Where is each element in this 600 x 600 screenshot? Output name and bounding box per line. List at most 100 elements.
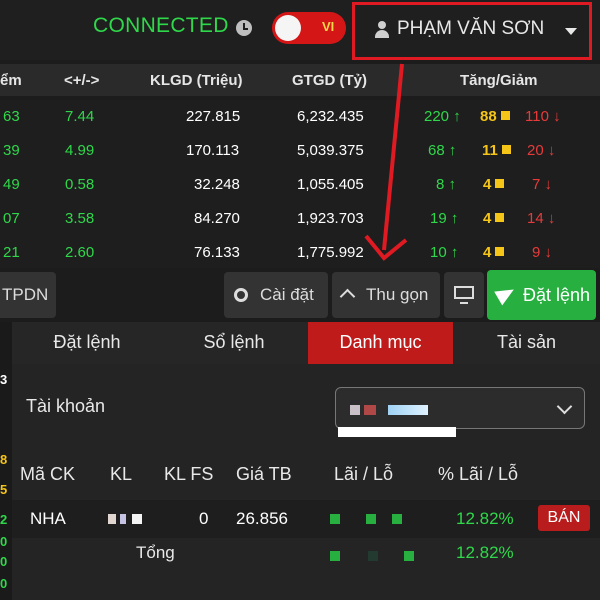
tab-so-lenh[interactable]: Sổ lệnh xyxy=(162,322,306,364)
place-order-label: Đặt lệnh xyxy=(523,285,591,305)
chevron-down-icon xyxy=(556,398,573,415)
col-up-down: Tăng/Giảm xyxy=(460,72,538,89)
col-pnl: Lãi / Lỗ xyxy=(334,464,394,484)
collapse-button[interactable]: Thu gọn xyxy=(332,272,440,318)
language-label: VI xyxy=(322,19,335,34)
col-symbol: Mã CK xyxy=(20,464,76,484)
redacted-block xyxy=(350,405,360,415)
user-icon xyxy=(375,21,389,39)
chevron-down-icon xyxy=(565,28,577,35)
language-toggle[interactable]: VI xyxy=(272,12,346,44)
row-flat: 4 xyxy=(483,244,505,261)
row-avg-price: 26.856 xyxy=(236,509,288,528)
redacted-block xyxy=(366,514,376,524)
row-klgd: 84.270 xyxy=(194,210,240,227)
market-row[interactable]: 63 7.44 227.815 6,232.435 220 ↑ 88 110 ↓ xyxy=(0,100,600,134)
edge-digit: 8 xyxy=(0,452,8,467)
row-down: 14 ↓ xyxy=(527,210,556,227)
row-point: 63 xyxy=(3,108,20,125)
redacted-block xyxy=(330,514,340,524)
row-down: 9 ↓ xyxy=(532,244,553,261)
row-flat: 11 xyxy=(482,142,511,159)
redacted-block xyxy=(338,427,456,437)
left-edge-values: 3 8 5 2 0 0 0 xyxy=(0,322,12,600)
row-gtgd: 1,775.992 xyxy=(297,244,364,261)
row-change: 7.44 xyxy=(65,108,95,125)
chevron-up-icon xyxy=(339,288,356,305)
row-klgd: 32.248 xyxy=(194,176,240,193)
settings-button[interactable]: Cài đặt xyxy=(224,272,328,318)
edge-digit: 5 xyxy=(0,482,8,497)
row-change: 3.58 xyxy=(65,210,95,227)
redacted-block xyxy=(108,514,116,524)
redacted-block xyxy=(368,551,378,561)
monitor-icon xyxy=(454,286,474,304)
row-gtgd: 1,055.405 xyxy=(297,176,364,193)
row-up: 68 ↑ xyxy=(428,142,457,159)
row-pnl-pct: 12.82% xyxy=(456,509,514,528)
clock-icon[interactable] xyxy=(236,20,252,36)
row-point: 07 xyxy=(3,210,20,227)
connection-status: CONNECTED xyxy=(93,14,229,37)
row-up: 220 ↑ xyxy=(424,108,461,125)
edge-digit: 2 xyxy=(0,512,8,527)
col-avg-price: Giá TB xyxy=(236,464,292,484)
redacted-block xyxy=(404,551,414,561)
row-klgd: 170.113 xyxy=(186,142,240,159)
market-row[interactable]: 39 4.99 170.113 5,039.375 68 ↑ 11 20 ↓ xyxy=(0,134,600,168)
row-point: 39 xyxy=(3,142,20,159)
market-table-header: ểm <+/-> KLGD (Triệu) GTGD (Tỷ) Tăng/Giả… xyxy=(0,64,600,96)
market-row[interactable]: 49 0.58 32.248 1,055.405 8 ↑ 4 7 ↓ xyxy=(0,168,600,202)
col-kl-fs: KL FS xyxy=(164,464,214,484)
row-change: 0.58 xyxy=(65,176,95,193)
col-klgd: KLGD (Triệu) xyxy=(150,72,243,89)
edge-digit: 3 xyxy=(0,372,8,387)
sell-button[interactable]: BÁN xyxy=(538,505,590,531)
row-down: 20 ↓ xyxy=(527,142,556,159)
portfolio-header: Mã CK KL KL FS Giá TB Lãi / Lỗ % Lãi / L… xyxy=(12,456,600,496)
row-gtgd: 1,923.703 xyxy=(297,210,364,227)
row-symbol: NHA xyxy=(30,509,66,528)
row-klgd: 227.815 xyxy=(186,108,241,125)
edge-digit: 0 xyxy=(0,534,8,549)
tab-tpdn[interactable]: TPDN xyxy=(0,272,56,318)
user-menu[interactable]: PHẠM VĂN SƠN xyxy=(352,2,592,60)
user-name: PHẠM VĂN SƠN xyxy=(397,18,545,39)
edge-digit: 0 xyxy=(0,576,8,591)
row-gtgd: 5,039.375 xyxy=(297,142,364,159)
redacted-block xyxy=(364,405,376,415)
portfolio-total-row: Tổng 12.82% xyxy=(12,540,600,570)
redacted-block xyxy=(120,514,126,524)
row-up: 19 ↑ xyxy=(430,210,459,227)
row-flat: 88 xyxy=(480,108,510,125)
collapse-label: Thu gọn xyxy=(366,285,429,304)
panel-tabs: Đặt lệnh Sổ lệnh Danh mục Tài sản xyxy=(12,322,600,364)
total-pnl-pct: 12.82% xyxy=(456,543,514,562)
place-order-button[interactable]: Đặt lệnh xyxy=(487,270,596,320)
row-flat: 4 xyxy=(483,210,505,227)
row-point: 49 xyxy=(3,176,20,193)
col-pnl-pct: % Lãi / Lỗ xyxy=(438,464,519,484)
redacted-block xyxy=(132,514,142,524)
screen-button[interactable] xyxy=(444,272,484,318)
total-label: Tổng xyxy=(136,543,175,562)
market-row[interactable]: 07 3.58 84.270 1,923.703 19 ↑ 4 14 ↓ xyxy=(0,202,600,236)
redacted-block xyxy=(330,551,340,561)
row-down: 110 ↓ xyxy=(525,108,561,125)
row-change: 4.99 xyxy=(65,142,95,159)
send-icon xyxy=(494,282,518,306)
row-change: 2.60 xyxy=(65,244,95,261)
edge-digit: 0 xyxy=(0,554,8,569)
toggle-knob xyxy=(275,15,301,41)
col-gtgd: GTGD (Tỷ) xyxy=(292,72,367,89)
tab-danh-muc[interactable]: Danh mục xyxy=(308,322,453,364)
market-row[interactable]: 21 2.60 76.133 1,775.992 10 ↑ 4 9 ↓ xyxy=(0,236,600,268)
row-down: 7 ↓ xyxy=(532,176,553,193)
tab-dat-lenh[interactable]: Đặt lệnh xyxy=(12,322,162,364)
col-kl: KL xyxy=(110,464,133,484)
gear-icon xyxy=(234,288,248,302)
account-select[interactable] xyxy=(335,387,585,437)
portfolio-row[interactable]: NHA 0 26.856 12.82% xyxy=(12,500,600,538)
col-point: ểm xyxy=(0,72,22,89)
tab-tai-san[interactable]: Tài sản xyxy=(453,322,600,364)
